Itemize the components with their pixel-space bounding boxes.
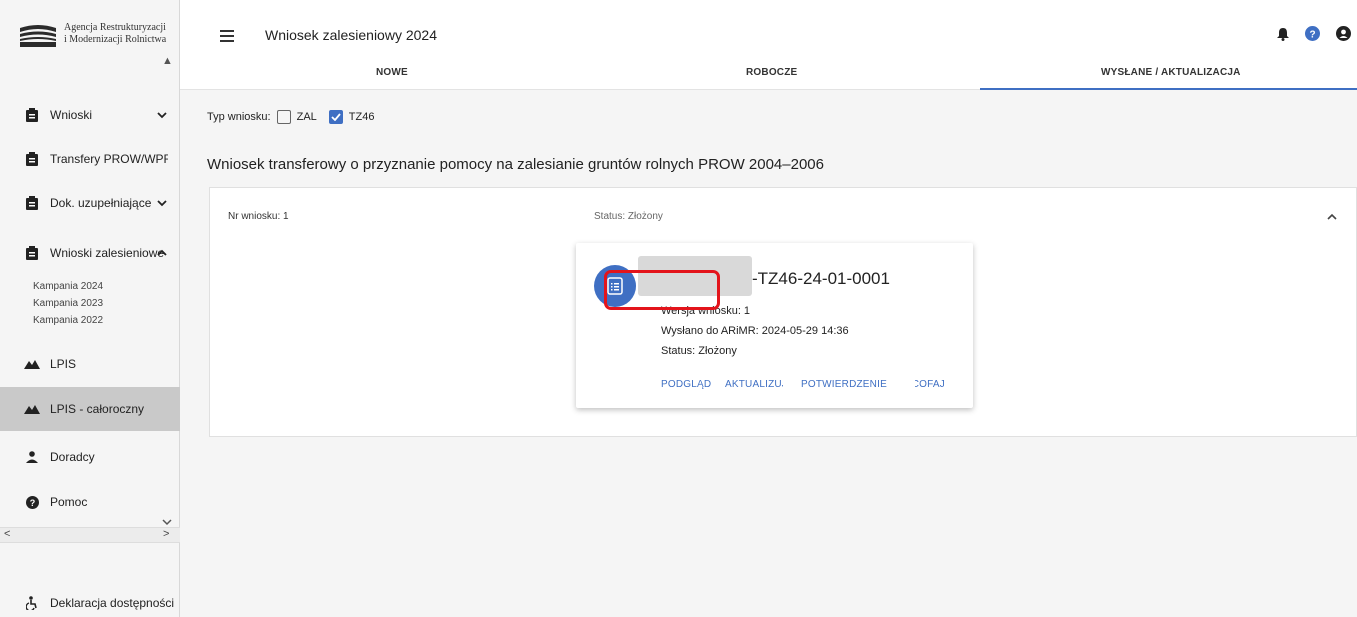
sidebar-item-label: Wnioski zalesieniowe: [50, 246, 165, 260]
page-title: Wniosek zalesieniowy 2024: [265, 27, 437, 43]
sidebar-item-label: Dok. uzupełniające: [50, 196, 152, 210]
bell-icon[interactable]: [1277, 27, 1289, 46]
checkbox-zal-label: ZAL: [296, 111, 317, 123]
logo-line-1: Agencja Restrukturyzacji: [64, 22, 166, 33]
sidebar-scroll-up-arrow[interactable]: ▲: [162, 55, 173, 67]
clipboard-icon: [14, 246, 50, 260]
check-icon: [331, 113, 341, 121]
main-content: Typ wniosku: ZAL TZ46 Wniosek transferow…: [180, 90, 1357, 617]
account-icon[interactable]: [1336, 26, 1351, 46]
tab-wyslane-aktualizacja[interactable]: WYSŁANE / AKTUALIZACJA: [1101, 67, 1241, 78]
top-icons: ?: [1277, 26, 1351, 46]
sidebar-item-wnioski[interactable]: Wnioski: [0, 93, 180, 137]
tab-bar: NOWE ROBOCZE WYSŁANE / AKTUALIZACJA: [180, 62, 1357, 90]
sidebar-item-label: Pomoc: [50, 495, 88, 509]
scroll-right-arrow[interactable]: >: [163, 528, 169, 540]
accessibility-declaration-link[interactable]: Deklaracja dostępności: [0, 589, 180, 617]
tab-nowe[interactable]: NOWE: [376, 67, 408, 78]
sidebar-item-lpis-caloroczny[interactable]: LPIS - całoroczny: [0, 387, 180, 431]
campaign-link-2024[interactable]: Kampania 2024: [33, 278, 103, 295]
clipboard-icon: [14, 196, 50, 210]
confirmation-highlight-box: [604, 270, 720, 310]
hamburger-menu-icon[interactable]: [220, 30, 234, 45]
person-icon: [14, 451, 50, 463]
arimr-logo-icon: [20, 25, 56, 47]
svg-text:?: ?: [29, 498, 35, 508]
chevron-up-icon: [157, 246, 167, 260]
arimr-logo[interactable]: Agencja Restrukturyzacji i Modernizacji …: [18, 22, 166, 48]
sidebar-item-pomoc[interactable]: ? Pomoc: [0, 480, 180, 524]
accessibility-icon: [14, 596, 50, 610]
chevron-down-icon: [157, 108, 167, 122]
scroll-left-arrow[interactable]: <: [4, 528, 10, 540]
sidebar-item-wnioski-zalesieniowe[interactable]: Wnioski zalesieniowe: [0, 231, 180, 275]
checkbox-tz46-label: TZ46: [348, 111, 375, 123]
clipboard-icon: [14, 152, 50, 166]
terrain-icon: [14, 359, 50, 369]
sidebar-item-label: Wnioski: [50, 108, 93, 122]
top-bar: Wniosek zalesieniowy 2024 ?: [180, 0, 1357, 62]
application-type-filter: Typ wniosku: ZAL TZ46: [207, 110, 374, 124]
preview-button[interactable]: PODGLĄD: [661, 379, 711, 390]
campaign-link-2022[interactable]: Kampania 2022: [33, 312, 103, 329]
sidebar-item-doradcy[interactable]: Doradcy: [0, 435, 180, 479]
checkbox-tz46[interactable]: [328, 110, 343, 124]
sidebar-item-label: Doradcy: [50, 450, 95, 464]
sidebar-item-label: LPIS - całoroczny: [50, 402, 145, 416]
logo-line-2: i Modernizacji Rolnictwa: [64, 34, 167, 45]
application-card: -TZ46-24-01-0001 Wersja wniosku: 1 Wysła…: [576, 243, 973, 408]
section-title: Wniosek transferowy o przyznanie pomocy …: [207, 156, 824, 173]
update-button[interactable]: AKTUALIZUJ: [725, 379, 783, 390]
collapse-chevron-up-icon[interactable]: [1327, 208, 1337, 226]
help-icon[interactable]: ?: [1305, 26, 1320, 46]
logo-text: Agencja Restrukturyzacji i Modernizacji …: [64, 22, 166, 46]
clipboard-icon: [14, 108, 50, 122]
confirmation-button[interactable]: POTWIERDZENIE: [801, 379, 887, 390]
document-sent-date: Wysłano do ARiMR: 2024-05-29 14:36: [661, 325, 849, 337]
accessibility-label: Deklaracja dostępności: [50, 596, 175, 610]
terrain-icon: [14, 404, 50, 414]
filter-label: Typ wniosku:: [207, 111, 271, 123]
sidebar-item-label: LPIS: [50, 357, 77, 371]
sidebar-item-transfery[interactable]: Transfery PROW/WPR: [0, 137, 180, 181]
campaign-links: Kampania 2024 Kampania 2023 Kampania 202…: [33, 278, 103, 329]
application-panel: Nr wniosku: 1 Status: Złożony -TZ46-24-0…: [209, 187, 1357, 437]
sidebar-horizontal-scrollbar[interactable]: < >: [0, 527, 180, 543]
document-status: Status: Złożony: [661, 345, 737, 357]
tab-robocze[interactable]: ROBOCZE: [746, 67, 797, 78]
checkbox-zal[interactable]: [276, 110, 291, 124]
chevron-down-icon: [157, 196, 167, 210]
sidebar: Agencja Restrukturyzacji i Modernizacji …: [0, 0, 180, 617]
withdraw-button[interactable]: WYCOFAJ: [915, 379, 945, 390]
application-status: Status: Złożony: [594, 211, 663, 222]
campaign-link-2023[interactable]: Kampania 2023: [33, 295, 103, 312]
help-icon: ?: [14, 495, 50, 509]
sidebar-item-dok-uzupelniajace[interactable]: Dok. uzupełniające: [0, 181, 180, 225]
application-number: Nr wniosku: 1: [228, 211, 289, 222]
svg-text:?: ?: [1309, 30, 1315, 41]
sidebar-item-lpis[interactable]: LPIS: [0, 342, 180, 386]
document-id: -TZ46-24-01-0001: [752, 269, 890, 288]
sidebar-item-label: Transfery PROW/WPR: [50, 152, 168, 166]
